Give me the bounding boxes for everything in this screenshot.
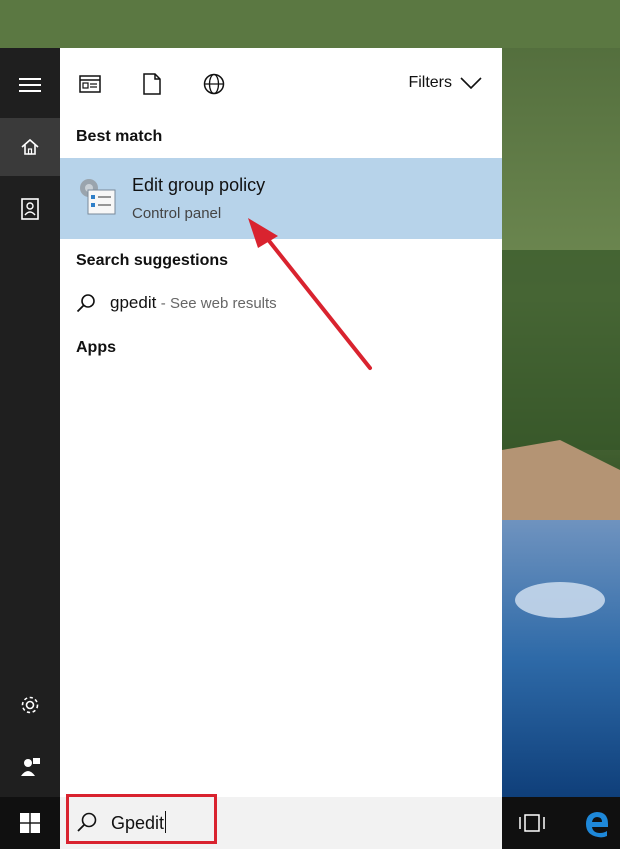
apps-header: Apps <box>76 339 116 356</box>
search-icon <box>76 294 95 313</box>
home-icon <box>21 138 39 155</box>
search-toolbar: Filters <box>60 48 502 120</box>
best-match-result[interactable]: Edit group policy Control panel <box>60 158 502 239</box>
feedback-button[interactable] <box>0 738 60 796</box>
best-match-header: Best match <box>76 128 163 145</box>
taskbar: Gpedit <box>0 794 620 849</box>
start-button[interactable] <box>0 797 60 849</box>
documents-icon <box>143 73 161 95</box>
settings-icon <box>21 696 39 714</box>
chevron-down-icon <box>460 77 482 89</box>
settings-button[interactable] <box>0 676 60 734</box>
text-caret <box>165 811 167 833</box>
search-panel: Filters Best match Edit group policy Con… <box>60 48 502 797</box>
web-icon <box>203 73 225 95</box>
feedback-icon <box>21 758 40 776</box>
menu-button[interactable] <box>0 56 60 114</box>
search-icon <box>77 812 97 832</box>
suggestion-term: gpedit <box>110 293 157 312</box>
task-view-button[interactable] <box>515 809 549 837</box>
apps-icon <box>79 75 101 93</box>
filters-dropdown[interactable]: Filters <box>408 74 482 92</box>
task-view-icon <box>519 814 545 832</box>
edge-icon <box>586 812 608 838</box>
edge-button[interactable] <box>580 807 614 841</box>
search-suggestions-header: Search suggestions <box>76 252 229 269</box>
notebook-icon <box>21 198 39 220</box>
web-filter-button[interactable] <box>202 72 226 96</box>
best-match-subtitle: Control panel <box>132 205 222 222</box>
notebook-button[interactable] <box>0 180 60 238</box>
suggestion-note: - See web results <box>160 295 277 312</box>
search-input-value: Gpedit <box>111 813 165 833</box>
start-rail <box>0 48 60 797</box>
home-button[interactable] <box>0 118 60 176</box>
search-input[interactable]: Gpedit <box>111 811 167 834</box>
group-policy-icon <box>80 179 116 215</box>
apps-filter-button[interactable] <box>78 72 102 96</box>
filters-label: Filters <box>408 74 452 91</box>
best-match-title: Edit group policy <box>132 175 266 195</box>
documents-filter-button[interactable] <box>140 72 164 96</box>
taskbar-search-box[interactable]: Gpedit <box>60 794 502 849</box>
windows-logo-icon <box>20 813 40 833</box>
web-suggestion-item[interactable]: gpedit - See web results <box>76 288 277 318</box>
hamburger-icon <box>19 78 41 92</box>
